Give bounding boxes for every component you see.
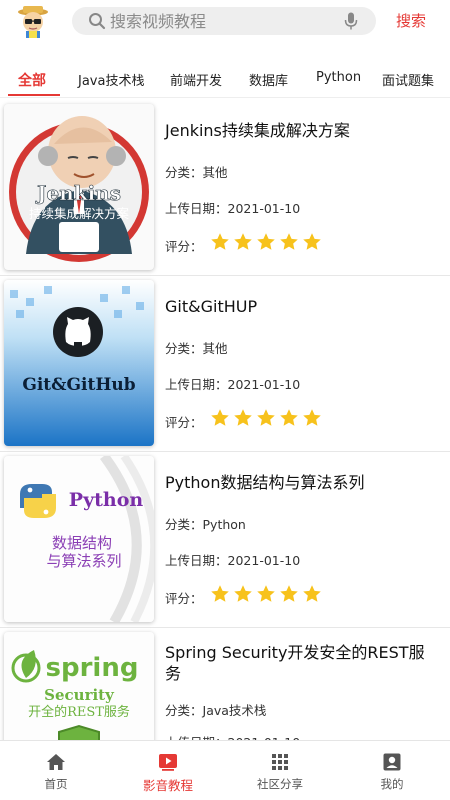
course-category: 分类：Java技术栈 [165, 700, 266, 719]
upload-date-label: 上传日期： [165, 201, 228, 216]
course-rating-label: 评分： [165, 591, 203, 606]
grid-icon [272, 754, 288, 770]
course-category: 分类：其他 [165, 338, 228, 357]
course-thumbnail: Git&GitHub [4, 280, 154, 446]
star-icon [280, 409, 298, 426]
course-rating-label: 评分： [165, 415, 203, 430]
star-icon [257, 233, 275, 250]
nav-label: 首页 [44, 777, 68, 791]
category-value: 其他 [202, 165, 228, 180]
upload-date-label: 上传日期： [165, 553, 228, 568]
course-category: 分类：Python [165, 514, 246, 533]
thumbnail-title-text: spring [46, 653, 139, 683]
star-icon [257, 585, 275, 602]
tab-database[interactable]: 数据库 [249, 70, 288, 94]
course-upload-date: 上传日期：2021-01-10 [165, 732, 300, 740]
video-icon [159, 754, 177, 771]
category-tabs: 全部 Java技术栈 前端开发 数据库 Python 面试题集 [0, 64, 450, 98]
course-thumbnail: Python 数据结构 与算法系列 [4, 456, 154, 622]
star-icon [303, 409, 321, 426]
tab-all[interactable]: 全部 [18, 70, 46, 94]
active-tab-indicator [8, 94, 60, 96]
course-title[interactable]: Python数据结构与算法系列 [165, 472, 435, 493]
course-card[interactable]: Jenkins 持续集成解决方案 Jenkins持续集成解决方案 分类：其他 上… [0, 100, 450, 276]
search-icon [89, 13, 106, 30]
course-title[interactable]: Jenkins持续集成解决方案 [165, 120, 435, 141]
thumbnail-subtitle-text: 与算法系列 [46, 552, 121, 570]
rating-stars [210, 408, 325, 430]
star-icon [303, 585, 321, 602]
course-card[interactable]: Python 数据结构 与算法系列 Python数据结构与算法系列 分类：Pyt… [0, 452, 450, 628]
tab-python[interactable]: Python [316, 70, 361, 94]
star-icon [211, 233, 229, 250]
course-upload-date: 上传日期：2021-01-10 [165, 550, 300, 569]
course-upload-date: 上传日期：2021-01-10 [165, 374, 300, 393]
category-label: 分类： [165, 517, 203, 532]
bottom-navigation: 首页 影音教程 社区分享 我的 [0, 740, 450, 800]
course-card[interactable]: spring Security 开全的REST服务 Spring Securit… [0, 628, 450, 740]
star-icon [280, 233, 298, 250]
course-title[interactable]: Git&GitHUP [165, 296, 435, 317]
star-icon [257, 409, 275, 426]
star-icon [234, 585, 252, 602]
home-icon [47, 754, 65, 770]
avatar[interactable] [14, 4, 52, 38]
category-value: Java技术栈 [202, 703, 267, 718]
thumbnail-subtitle-text: 持续集成解决方案 [29, 206, 130, 221]
course-rating-label: 评分： [165, 239, 203, 254]
star-icon [303, 233, 321, 250]
upload-date-value: 2021-01-10 [227, 201, 301, 216]
star-icon [234, 409, 252, 426]
course-title[interactable]: Spring Security开发安全的REST服务 [165, 642, 435, 684]
thumbnail-subtitle-text: 数据结构 [52, 534, 112, 552]
course-category: 分类：其他 [165, 162, 228, 181]
star-icon [211, 585, 229, 602]
course-card[interactable]: Git&GitHub Git&GitHUP 分类：其他 上传日期：2021-01… [0, 276, 450, 452]
nav-label: 影音教程 [142, 778, 193, 793]
category-label: 分类： [165, 703, 203, 718]
course-thumbnail: Jenkins 持续集成解决方案 [4, 104, 154, 270]
thumbnail-title-text: Jenkins [35, 181, 121, 205]
nav-video-tutorials[interactable]: 影音教程 [112, 741, 224, 800]
rating-stars [210, 232, 325, 254]
nav-label: 我的 [380, 777, 404, 791]
star-icon [211, 409, 229, 426]
top-bar: 搜索 [0, 0, 450, 44]
thumbnail-subtitle-text: Security [44, 686, 115, 704]
category-value: Python [202, 517, 246, 532]
thumbnail-title-text: Python [69, 489, 144, 511]
category-value: 其他 [202, 341, 228, 356]
upload-date-value: 2021-01-10 [227, 553, 301, 568]
upload-date-value: 2021-01-10 [227, 377, 301, 392]
tab-java[interactable]: Java技术栈 [78, 70, 144, 94]
upload-date-label: 上传日期： [165, 377, 228, 392]
category-label: 分类： [165, 341, 203, 356]
microphone-icon[interactable] [344, 12, 358, 30]
thumbnail-subtitle-text: 开全的REST服务 [28, 704, 130, 720]
rating-stars [210, 584, 325, 606]
search-input[interactable] [110, 7, 340, 35]
course-list[interactable]: Jenkins 持续集成解决方案 Jenkins持续集成解决方案 分类：其他 上… [0, 100, 450, 740]
search-bar[interactable] [72, 7, 376, 35]
nav-profile[interactable]: 我的 [336, 741, 448, 800]
thumbnail-title-text: Git&GitHub [22, 375, 135, 395]
course-upload-date: 上传日期：2021-01-10 [165, 198, 300, 217]
tab-interview[interactable]: 面试题集 [382, 70, 434, 94]
star-icon [234, 233, 252, 250]
nav-label: 社区分享 [257, 777, 303, 791]
star-icon [280, 585, 298, 602]
nav-home[interactable]: 首页 [0, 741, 112, 800]
tab-frontend[interactable]: 前端开发 [170, 70, 222, 94]
search-button[interactable]: 搜索 [384, 10, 438, 32]
profile-icon [383, 753, 401, 771]
category-label: 分类： [165, 165, 203, 180]
nav-community[interactable]: 社区分享 [224, 741, 336, 800]
course-thumbnail: spring Security 开全的REST服务 [4, 632, 154, 740]
